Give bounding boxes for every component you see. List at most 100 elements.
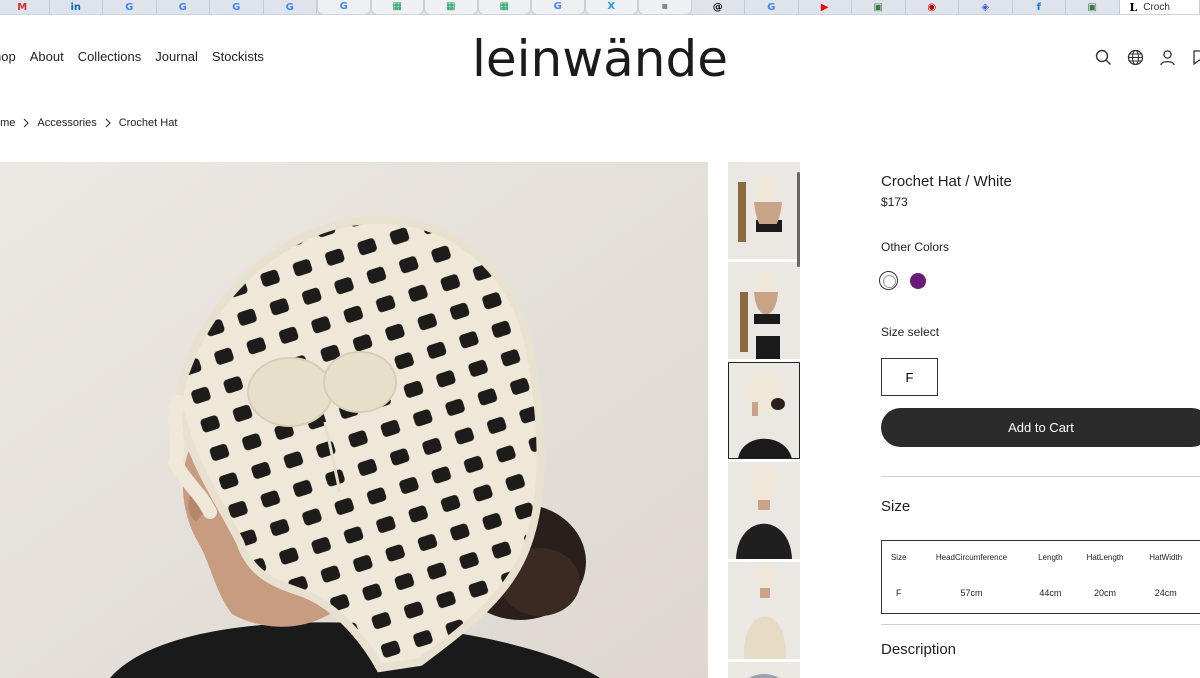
x-icon: X — [607, 1, 616, 12]
table-header: Length — [1038, 552, 1063, 562]
table-header: HeadCircumference — [935, 552, 1008, 562]
browser-tab[interactable]: G — [103, 0, 157, 14]
browser-tab[interactable]: X — [584, 0, 638, 14]
header-icons — [1094, 48, 1200, 67]
google-icon: G — [339, 1, 348, 12]
nav-shop[interactable]: hop — [0, 49, 16, 64]
other-colors-label: Other Colors — [881, 240, 950, 254]
crochet-hat-photo — [0, 162, 708, 678]
table-cell — [1195, 574, 1200, 614]
size-table-header-row: Size HeadCircumference Length HatLength … — [882, 541, 1200, 574]
google-icon: G — [285, 1, 294, 13]
size-select-label: Size select — [881, 325, 940, 339]
thumbnail-2[interactable] — [728, 262, 800, 359]
image-tab-icon: ▣ — [1087, 1, 1097, 13]
add-to-cart-button[interactable]: Add to Cart — [881, 408, 1200, 447]
table-header: Ea — [1195, 541, 1200, 574]
breadcrumb-current: Crochet Hat — [118, 117, 178, 129]
globe-icon[interactable] — [1126, 48, 1145, 67]
nav-journal[interactable]: Journal — [155, 49, 198, 64]
browser-tab-strip: Min G G G G G ▦ ▦ ▦ G X ▪ @ G ▶ ▣ ◉ ◈ f ▣ L Croch — [0, 0, 1200, 15]
sheets-icon: ▦ — [392, 1, 402, 12]
divider — [881, 476, 1200, 477]
product-price: $173 — [881, 195, 908, 209]
browser-tab[interactable]: ▪ — [638, 0, 692, 14]
browser-tab[interactable]: G — [157, 0, 210, 14]
table-cell: F — [896, 588, 902, 599]
color-swatch-white[interactable] — [879, 271, 898, 290]
browser-tab[interactable]: ◉ — [906, 0, 959, 14]
breadcrumb-home[interactable]: ome — [0, 117, 15, 129]
bookmark-icon[interactable] — [1190, 48, 1200, 67]
browser-tab[interactable]: in — [50, 0, 103, 14]
table-cell: 44cm — [1039, 588, 1062, 599]
browser-tab[interactable]: ▣ — [852, 0, 906, 14]
browser-tab[interactable]: ▦ — [370, 0, 424, 14]
size-section-heading[interactable]: Size — [881, 498, 910, 515]
chevron-right-icon — [105, 118, 111, 128]
description-heading[interactable]: Description — [881, 641, 956, 658]
image-tab-icon: ▣ — [873, 1, 883, 13]
main-nav: hop About Collections Journal Stockists — [0, 49, 264, 64]
browser-tab[interactable]: ▦ — [424, 0, 478, 14]
target-icon: ◉ — [927, 1, 937, 13]
google-icon: G — [178, 1, 187, 13]
table-cell: 57cm — [960, 588, 983, 599]
gmail-icon: M — [17, 1, 28, 13]
sheets-icon: ▦ — [446, 1, 456, 12]
browser-tab[interactable]: ▶ — [799, 0, 852, 14]
divider — [881, 624, 1200, 625]
google-icon: G — [767, 1, 776, 13]
youtube-icon: ▶ — [820, 1, 829, 13]
thumbnail-gallery — [728, 162, 801, 678]
browser-tab[interactable]: M — [0, 0, 50, 14]
browser-tab[interactable]: ▦ — [477, 0, 531, 14]
leinwande-favicon-icon: L — [1129, 0, 1138, 14]
account-icon[interactable] — [1158, 48, 1177, 67]
browser-tab[interactable]: f — [1013, 0, 1066, 14]
breadcrumb: ome Accessories Crochet Hat — [0, 117, 177, 129]
thumbnail-3-selected[interactable] — [728, 362, 800, 459]
thumbnail-scrollbar[interactable] — [797, 172, 800, 267]
nav-collections[interactable]: Collections — [78, 49, 142, 64]
main-product-image[interactable] — [0, 162, 708, 678]
table-header: HatLength — [1086, 552, 1124, 562]
generic-tab-icon: ▪ — [661, 1, 669, 12]
size-table: Size HeadCircumference Length HatLength … — [881, 540, 1200, 614]
thumbnail-4[interactable] — [728, 462, 800, 559]
browser-tab[interactable]: ◈ — [959, 0, 1013, 14]
browser-tab[interactable]: G — [317, 0, 371, 14]
chevron-right-icon — [24, 118, 30, 128]
breadcrumb-accessories[interactable]: Accessories — [37, 117, 96, 129]
browser-tab[interactable]: G — [264, 0, 317, 14]
size-option-f[interactable]: F — [881, 358, 938, 396]
google-icon: G — [553, 1, 562, 12]
thumbnail-1[interactable] — [728, 162, 800, 259]
threads-icon: @ — [712, 1, 723, 13]
site-logo[interactable]: leinwände — [472, 24, 728, 94]
browser-tab[interactable]: @ — [692, 0, 745, 14]
table-header: HatWidth — [1149, 552, 1183, 562]
nav-stockists[interactable]: Stockists — [212, 49, 264, 64]
size-table-row: F 57cm 44cm 20cm 24cm — [882, 574, 1200, 614]
color-swatch-purple[interactable] — [910, 273, 926, 289]
sheets-icon: ▦ — [499, 1, 509, 12]
table-header: Size — [890, 552, 907, 562]
linkedin-icon: in — [70, 1, 82, 13]
table-cell: 20cm — [1094, 588, 1117, 599]
table-cell: 24cm — [1154, 588, 1177, 599]
search-icon[interactable] — [1094, 48, 1113, 67]
browser-tab[interactable]: G — [210, 0, 264, 14]
browser-tab[interactable]: G — [745, 0, 799, 14]
active-tab-title: Croch — [1143, 2, 1170, 13]
shield-tab-icon: ◈ — [981, 1, 990, 13]
browser-tab[interactable]: ▣ — [1066, 0, 1120, 14]
thumbnail-6[interactable] — [728, 662, 800, 678]
google-icon: G — [125, 1, 134, 13]
product-title: Crochet Hat / White — [881, 173, 1012, 190]
nav-about[interactable]: About — [30, 49, 64, 64]
browser-tab[interactable]: G — [531, 0, 585, 14]
browser-tab-active[interactable]: L Croch — [1119, 0, 1200, 14]
facebook-icon: f — [1036, 1, 1041, 13]
thumbnail-5[interactable] — [728, 562, 800, 659]
